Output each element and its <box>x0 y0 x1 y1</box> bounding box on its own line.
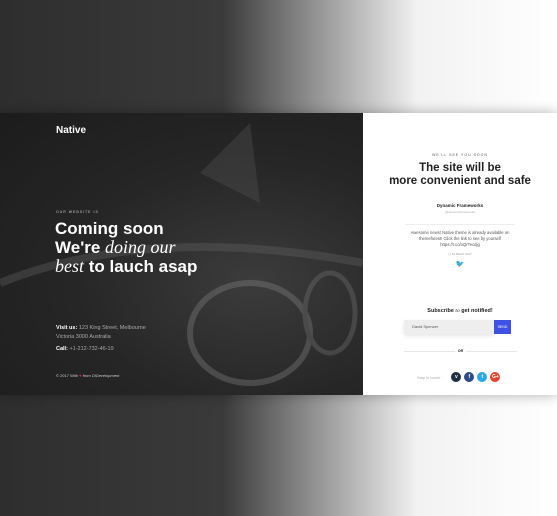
footer: © 2017 With ♥ from DIDevelopment <box>56 373 119 378</box>
tweet-date-text: 19 March 2017 <box>451 252 472 256</box>
name-input[interactable]: David Spencer <box>404 320 494 334</box>
headline-text: We're <box>55 238 106 257</box>
right-kicker: WE'LL SEE YOU SOON <box>432 153 488 157</box>
tweet-handle[interactable]: @dynamicframeworks <box>363 210 557 214</box>
subscribe-title: Subscribe to get notified! <box>363 308 557 314</box>
tweet-body: Awesome news! Native theme is already av… <box>405 224 515 248</box>
or-text: OR <box>454 349 467 353</box>
address: 123 King Street, Melbourne <box>78 325 146 331</box>
twitter-icon[interactable]: 🐦 <box>363 260 557 268</box>
google-plus-icon[interactable]: G+ <box>490 372 501 382</box>
kicker: OUR WEBSITE IS <box>56 210 99 214</box>
headline-text: to lauch asap <box>84 257 198 276</box>
headline-italic: best <box>55 256 84 276</box>
twitter-icon[interactable]: t <box>477 372 488 382</box>
title-line-2: more convenient and safe <box>389 175 531 187</box>
heart-icon: ♥ <box>79 373 82 378</box>
title-line-1: The site will be <box>419 162 501 174</box>
clock-icon: ◷ <box>448 252 451 256</box>
brand-logo[interactable]: Native <box>56 125 86 136</box>
visit-label: Visit us: <box>56 325 78 331</box>
address-line-2: Victoria 3000 Australia <box>56 334 111 340</box>
info-panel: WE'LL SEE YOU SOON The site will be more … <box>363 113 557 395</box>
social-links: Stay in touch : v f t G+ <box>417 372 501 382</box>
facebook-icon[interactable]: f <box>464 372 475 382</box>
tweet-author: Dynamic Frameworks <box>436 203 484 208</box>
hero-panel: Native OUR WEBSITE IS Coming soon We're … <box>0 113 363 395</box>
subscribe-form: David Spencer SEND <box>404 320 511 334</box>
or-divider: OR <box>404 349 517 356</box>
headline-italic: doing our <box>105 237 176 257</box>
subscribe-italic: to <box>455 308 460 314</box>
vimeo-icon[interactable]: v <box>451 372 462 382</box>
footer-text: © 2017 With <box>56 373 79 378</box>
subscribe-text: Subscribe <box>427 308 454 314</box>
footer-credit[interactable]: from DIDevelopment <box>83 373 120 378</box>
social-label: Stay in touch : <box>417 374 443 380</box>
tweet-date: ◷ 19 March 2017 <box>363 252 557 256</box>
send-button[interactable]: SEND <box>494 320 511 334</box>
subscribe-text: get notified! <box>461 308 493 314</box>
contact-info: Visit us: 123 King Street, Melbourne Vic… <box>56 324 146 354</box>
right-title: The site will be more convenient and safe <box>363 162 557 188</box>
phone[interactable]: +1-212-732-46-19 <box>69 346 113 352</box>
page-frame: Native OUR WEBSITE IS Coming soon We're … <box>0 113 557 395</box>
headline-line-1: Coming soon <box>55 219 164 238</box>
headline: Coming soon We're doing our best to lauc… <box>55 219 197 276</box>
call-label: Call: <box>56 346 68 352</box>
